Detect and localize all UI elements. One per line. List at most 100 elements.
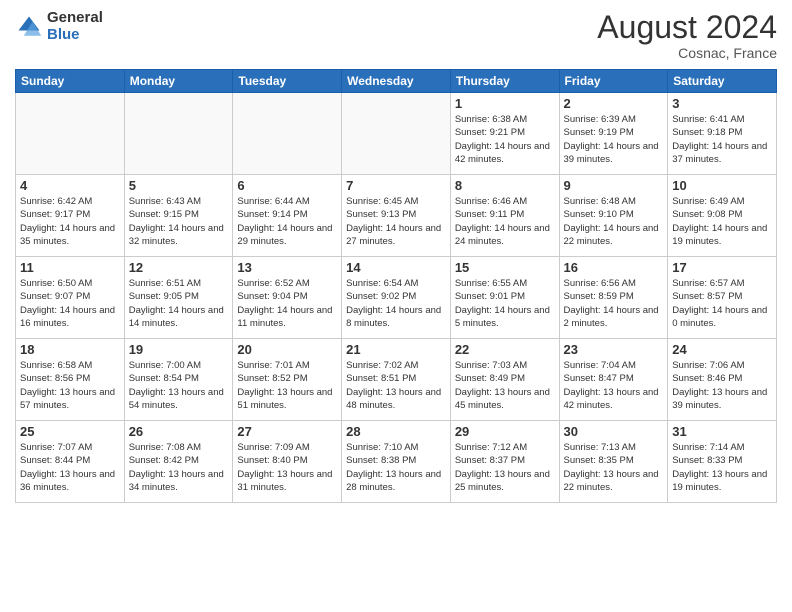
week-row-0: 1Sunrise: 6:38 AM Sunset: 9:21 PM Daylig… [16, 93, 777, 175]
day-info: Sunrise: 6:39 AM Sunset: 9:19 PM Dayligh… [564, 113, 664, 166]
page: General Blue August 2024 Cosnac, France … [0, 0, 792, 612]
logo-blue: Blue [47, 27, 103, 44]
day-cell: 28 Sunrise: 7:10 AM Sunset: 8:38 PM Dayli… [342, 421, 451, 503]
day-cell [342, 93, 451, 175]
day-info: Sunrise: 7:04 AM Sunset: 8:47 PM Dayligh… [564, 359, 664, 412]
day-cell: 29Sunrise: 7:12 AM Sunset: 8:37 PM Dayli… [450, 421, 559, 503]
day-cell: 16 Sunrise: 6:56 AM Sunset: 8:59 PM Dayli… [559, 257, 668, 339]
day-cell: 21Sunrise: 7:02 AM Sunset: 8:51 PM Dayli… [342, 339, 451, 421]
day-number: 8 [455, 178, 555, 193]
col-header-thursday: Thursday [450, 70, 559, 93]
day-cell: 31Sunrise: 7:14 AM Sunset: 8:33 PM Dayli… [668, 421, 777, 503]
day-cell: 12Sunrise: 6:51 AM Sunset: 9:05 PM Dayli… [124, 257, 233, 339]
day-cell: 9 Sunrise: 6:48 AM Sunset: 9:10 PM Daylig… [559, 175, 668, 257]
week-row-1: 4Sunrise: 6:42 AM Sunset: 9:17 PM Daylig… [16, 175, 777, 257]
day-number: 9 [564, 178, 664, 193]
day-info: Sunrise: 6:52 AM Sunset: 9:04 PM Dayligh… [237, 277, 337, 330]
day-number: 5 [129, 178, 229, 193]
day-info: Sunrise: 7:03 AM Sunset: 8:49 PM Dayligh… [455, 359, 555, 412]
week-row-4: 25 Sunrise: 7:07 AM Sunset: 8:44 PM Dayli… [16, 421, 777, 503]
day-number: 16 [564, 260, 664, 275]
logo: General Blue [15, 10, 103, 43]
day-cell: 17 Sunrise: 6:57 AM Sunset: 8:57 PM Dayli… [668, 257, 777, 339]
day-cell: 7Sunrise: 6:45 AM Sunset: 9:13 PM Daylig… [342, 175, 451, 257]
location: Cosnac, France [597, 45, 777, 61]
col-header-wednesday: Wednesday [342, 70, 451, 93]
day-number: 13 [237, 260, 337, 275]
day-info: Sunrise: 6:48 AM Sunset: 9:10 PM Dayligh… [564, 195, 664, 248]
day-cell: 22Sunrise: 7:03 AM Sunset: 8:49 PM Dayli… [450, 339, 559, 421]
day-number: 6 [237, 178, 337, 193]
day-number: 30 [564, 424, 664, 439]
day-cell: 24 Sunrise: 7:06 AM Sunset: 8:46 PM Dayli… [668, 339, 777, 421]
day-cell: 15 Sunrise: 6:55 AM Sunset: 9:01 PM Dayli… [450, 257, 559, 339]
day-info: Sunrise: 7:08 AM Sunset: 8:42 PM Dayligh… [129, 441, 229, 494]
day-number: 7 [346, 178, 446, 193]
day-cell: 3Sunrise: 6:41 AM Sunset: 9:18 PM Daylig… [668, 93, 777, 175]
day-info: Sunrise: 7:10 AM Sunset: 8:38 PM Dayligh… [346, 441, 446, 494]
col-header-tuesday: Tuesday [233, 70, 342, 93]
day-info: Sunrise: 7:13 AM Sunset: 8:35 PM Dayligh… [564, 441, 664, 494]
day-cell [124, 93, 233, 175]
day-cell: 18 Sunrise: 6:58 AM Sunset: 8:56 PM Dayli… [16, 339, 125, 421]
day-number: 18 [20, 342, 120, 357]
day-number: 28 [346, 424, 446, 439]
day-cell: 6 Sunrise: 6:44 AM Sunset: 9:14 PM Daylig… [233, 175, 342, 257]
day-number: 14 [346, 260, 446, 275]
col-header-sunday: Sunday [16, 70, 125, 93]
day-info: Sunrise: 6:56 AM Sunset: 8:59 PM Dayligh… [564, 277, 664, 330]
day-info: Sunrise: 6:55 AM Sunset: 9:01 PM Dayligh… [455, 277, 555, 330]
day-info: Sunrise: 6:49 AM Sunset: 9:08 PM Dayligh… [672, 195, 772, 248]
day-info: Sunrise: 6:38 AM Sunset: 9:21 PM Dayligh… [455, 113, 555, 166]
day-cell: 26Sunrise: 7:08 AM Sunset: 8:42 PM Dayli… [124, 421, 233, 503]
month-year: August 2024 [597, 10, 777, 45]
week-row-3: 18 Sunrise: 6:58 AM Sunset: 8:56 PM Dayli… [16, 339, 777, 421]
day-cell: 4Sunrise: 6:42 AM Sunset: 9:17 PM Daylig… [16, 175, 125, 257]
day-info: Sunrise: 7:06 AM Sunset: 8:46 PM Dayligh… [672, 359, 772, 412]
logo-icon [15, 13, 43, 41]
day-info: Sunrise: 7:01 AM Sunset: 8:52 PM Dayligh… [237, 359, 337, 412]
day-cell: 19 Sunrise: 7:00 AM Sunset: 8:54 PM Dayli… [124, 339, 233, 421]
week-row-2: 11Sunrise: 6:50 AM Sunset: 9:07 PM Dayli… [16, 257, 777, 339]
day-info: Sunrise: 6:57 AM Sunset: 8:57 PM Dayligh… [672, 277, 772, 330]
day-info: Sunrise: 6:41 AM Sunset: 9:18 PM Dayligh… [672, 113, 772, 166]
day-number: 20 [237, 342, 337, 357]
day-cell: 23Sunrise: 7:04 AM Sunset: 8:47 PM Dayli… [559, 339, 668, 421]
day-number: 2 [564, 96, 664, 111]
calendar-header-row: SundayMondayTuesdayWednesdayThursdayFrid… [16, 70, 777, 93]
day-cell: 30 Sunrise: 7:13 AM Sunset: 8:35 PM Dayli… [559, 421, 668, 503]
day-number: 24 [672, 342, 772, 357]
day-cell: 27Sunrise: 7:09 AM Sunset: 8:40 PM Dayli… [233, 421, 342, 503]
col-header-saturday: Saturday [668, 70, 777, 93]
day-number: 17 [672, 260, 772, 275]
day-info: Sunrise: 6:44 AM Sunset: 9:14 PM Dayligh… [237, 195, 337, 248]
title-block: August 2024 Cosnac, France [597, 10, 777, 61]
day-number: 19 [129, 342, 229, 357]
day-info: Sunrise: 7:02 AM Sunset: 8:51 PM Dayligh… [346, 359, 446, 412]
day-cell: 25 Sunrise: 7:07 AM Sunset: 8:44 PM Dayli… [16, 421, 125, 503]
day-number: 15 [455, 260, 555, 275]
day-number: 25 [20, 424, 120, 439]
day-info: Sunrise: 6:58 AM Sunset: 8:56 PM Dayligh… [20, 359, 120, 412]
logo-text: General Blue [47, 10, 103, 43]
day-info: Sunrise: 6:51 AM Sunset: 9:05 PM Dayligh… [129, 277, 229, 330]
col-header-monday: Monday [124, 70, 233, 93]
day-info: Sunrise: 6:46 AM Sunset: 9:11 PM Dayligh… [455, 195, 555, 248]
day-info: Sunrise: 7:09 AM Sunset: 8:40 PM Dayligh… [237, 441, 337, 494]
day-info: Sunrise: 6:42 AM Sunset: 9:17 PM Dayligh… [20, 195, 120, 248]
day-info: Sunrise: 7:00 AM Sunset: 8:54 PM Dayligh… [129, 359, 229, 412]
day-cell: 5 Sunrise: 6:43 AM Sunset: 9:15 PM Daylig… [124, 175, 233, 257]
day-info: Sunrise: 7:12 AM Sunset: 8:37 PM Dayligh… [455, 441, 555, 494]
day-number: 31 [672, 424, 772, 439]
day-info: Sunrise: 7:07 AM Sunset: 8:44 PM Dayligh… [20, 441, 120, 494]
day-info: Sunrise: 6:50 AM Sunset: 9:07 PM Dayligh… [20, 277, 120, 330]
day-cell: 1Sunrise: 6:38 AM Sunset: 9:21 PM Daylig… [450, 93, 559, 175]
day-cell [233, 93, 342, 175]
day-info: Sunrise: 6:54 AM Sunset: 9:02 PM Dayligh… [346, 277, 446, 330]
day-cell: 10Sunrise: 6:49 AM Sunset: 9:08 PM Dayli… [668, 175, 777, 257]
day-cell: 11Sunrise: 6:50 AM Sunset: 9:07 PM Dayli… [16, 257, 125, 339]
logo-general: General [47, 10, 103, 27]
day-cell: 20 Sunrise: 7:01 AM Sunset: 8:52 PM Dayli… [233, 339, 342, 421]
day-info: Sunrise: 6:43 AM Sunset: 9:15 PM Dayligh… [129, 195, 229, 248]
day-cell: 8 Sunrise: 6:46 AM Sunset: 9:11 PM Daylig… [450, 175, 559, 257]
